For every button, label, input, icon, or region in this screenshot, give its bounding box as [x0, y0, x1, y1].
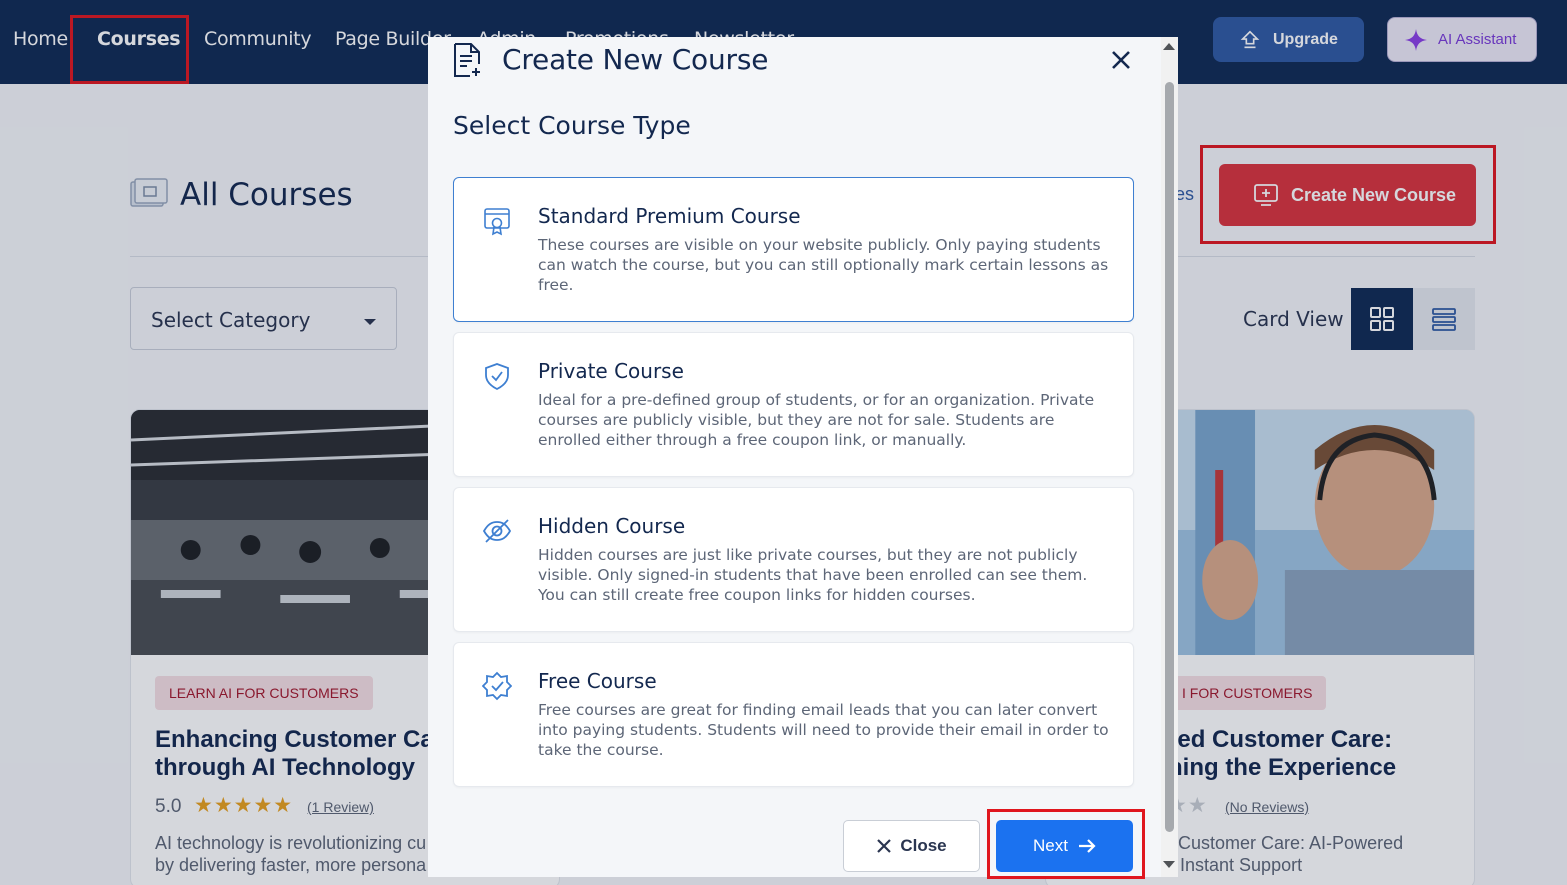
close-icon[interactable]: [1108, 47, 1134, 73]
course-type-option-free[interactable]: Free Course Free courses are great for f…: [453, 642, 1134, 787]
option-description: Free courses are great for finding email…: [538, 701, 1109, 759]
close-icon: [877, 839, 892, 853]
option-title: Hidden Course: [538, 514, 686, 538]
option-title: Free Course: [538, 669, 657, 693]
eye-off-icon: [482, 519, 512, 543]
option-description: These courses are visible on your websit…: [538, 236, 1109, 294]
close-button-label: Close: [900, 836, 947, 855]
certificate-icon: [484, 208, 510, 236]
option-description: Ideal for a pre-defined group of student…: [538, 391, 1095, 449]
scroll-down-arrow-icon[interactable]: [1163, 861, 1175, 868]
course-type-option-private[interactable]: Private Course Ideal for a pre-defined g…: [453, 332, 1134, 477]
document-add-icon: [454, 43, 480, 77]
course-type-option-standard-premium[interactable]: Standard Premium Course These courses ar…: [453, 177, 1134, 322]
scrollbar-thumb[interactable]: [1165, 82, 1174, 832]
next-highlight-box: [987, 809, 1145, 879]
option-title: Private Course: [538, 359, 684, 383]
badge-check-icon: [482, 671, 512, 701]
create-course-modal: Create New Course Select Course Type Sta…: [428, 37, 1178, 877]
course-type-option-hidden[interactable]: Hidden Course Hidden courses are just li…: [453, 487, 1134, 632]
scroll-up-arrow-icon[interactable]: [1163, 43, 1175, 50]
modal-title: Create New Course: [502, 43, 769, 76]
shield-check-icon: [485, 363, 509, 391]
modal-subtitle: Select Course Type: [453, 111, 691, 140]
option-description: Hidden courses are just like private cou…: [538, 546, 1088, 604]
option-title: Standard Premium Course: [538, 204, 801, 228]
close-button[interactable]: Close: [843, 820, 980, 872]
